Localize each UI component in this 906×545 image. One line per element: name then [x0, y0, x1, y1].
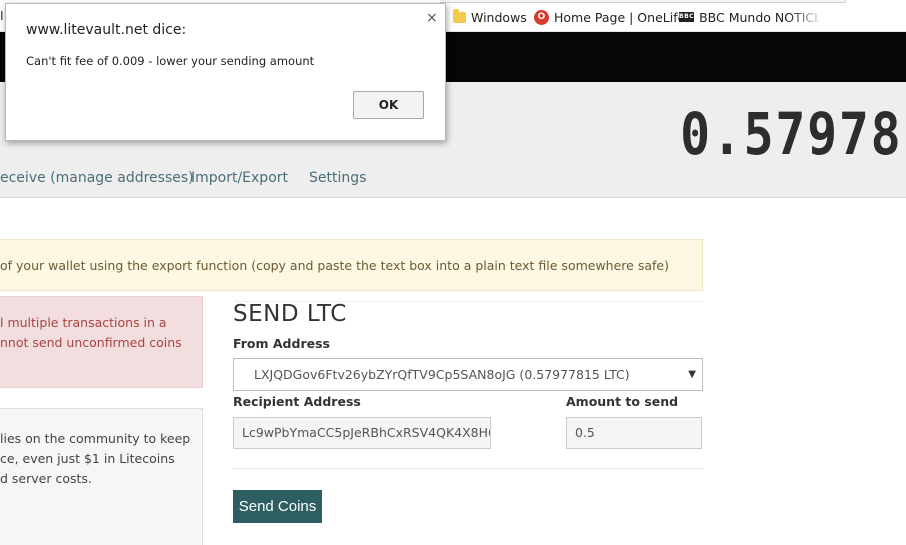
alert-line: l multiple transactions in a	[0, 315, 167, 330]
folder-icon	[453, 8, 466, 23]
bookmark-fragment[interactable]: I	[0, 9, 4, 23]
dialog-ok-button[interactable]: OK	[353, 91, 424, 119]
bookmark-label: BBC Mundo NOTICIA	[699, 9, 819, 25]
send-title: SEND LTC	[233, 301, 347, 327]
onelife-icon: O	[534, 9, 549, 25]
dialog-title: www.litevault.net dice:	[26, 22, 187, 38]
bookmark-windows[interactable]: Windows	[453, 8, 527, 26]
info-line: ce, even just $1 in Litecoins	[0, 451, 175, 466]
donation-info-box: lies on the community to keep ce, even j…	[0, 408, 203, 545]
dialog-message: Can't fit fee of 0.009 - lower your send…	[26, 54, 315, 68]
amount-input[interactable]: 0.5	[566, 417, 702, 449]
bookmark-bbc-mundo[interactable]: BBC BBC Mundo NOTICIA	[679, 8, 819, 26]
close-icon[interactable]: ×	[426, 10, 438, 26]
unconfirmed-coins-alert: l multiple transactions in a nnot send u…	[0, 296, 203, 388]
amount-value: 0.5	[575, 425, 595, 440]
from-address-value: LXJQDGov6Ftv26ybZYrQfTV9Cp5SAN8oJG (0.57…	[254, 367, 630, 382]
bbc-icon: BBC	[679, 12, 695, 22]
bookmark-label: Home Page | OneLife	[554, 9, 686, 25]
warning-text: of your wallet using the export function…	[0, 258, 669, 273]
bookmark-onelife[interactable]: O Home Page | OneLife	[534, 8, 685, 26]
from-address-label: From Address	[233, 336, 330, 351]
backup-warning-banner: of your wallet using the export function…	[0, 239, 703, 291]
recipient-address-input[interactable]: Lc9wPbYmaCC5pJeRBhCxRSV4QK4X8H6	[233, 417, 491, 449]
recipient-address-label: Recipient Address	[233, 394, 361, 409]
alert-line: nnot send unconfirmed coins	[0, 335, 182, 350]
tab-receive[interactable]: eceive (manage addresses)	[0, 170, 194, 186]
send-divider	[233, 468, 703, 469]
tab-settings[interactable]: Settings	[309, 170, 366, 186]
amount-label: Amount to send	[566, 394, 679, 409]
tab-import-export[interactable]: Import/Export	[191, 170, 288, 186]
browser-viewport: I Windows O Home Page | OneLife BBC BBC …	[0, 0, 906, 545]
wallet-balance: 0.57978	[679, 100, 902, 168]
info-line: lies on the community to keep	[0, 431, 191, 446]
dropdown-arrow-icon: ▼	[688, 369, 696, 380]
omnibox-edge	[440, 0, 846, 3]
recipient-address-value: Lc9wPbYmaCC5pJeRBhCxRSV4QK4X8H6	[242, 425, 491, 440]
send-coins-button[interactable]: Send Coins	[233, 490, 322, 523]
bookmark-label: Windows	[471, 9, 527, 25]
info-line: d server costs.	[0, 471, 92, 486]
from-address-select[interactable]: LXJQDGov6Ftv26ybZYrQfTV9Cp5SAN8oJG (0.57…	[233, 358, 703, 391]
alert-dialog: www.litevault.net dice: × Can't fit fee …	[5, 3, 446, 141]
